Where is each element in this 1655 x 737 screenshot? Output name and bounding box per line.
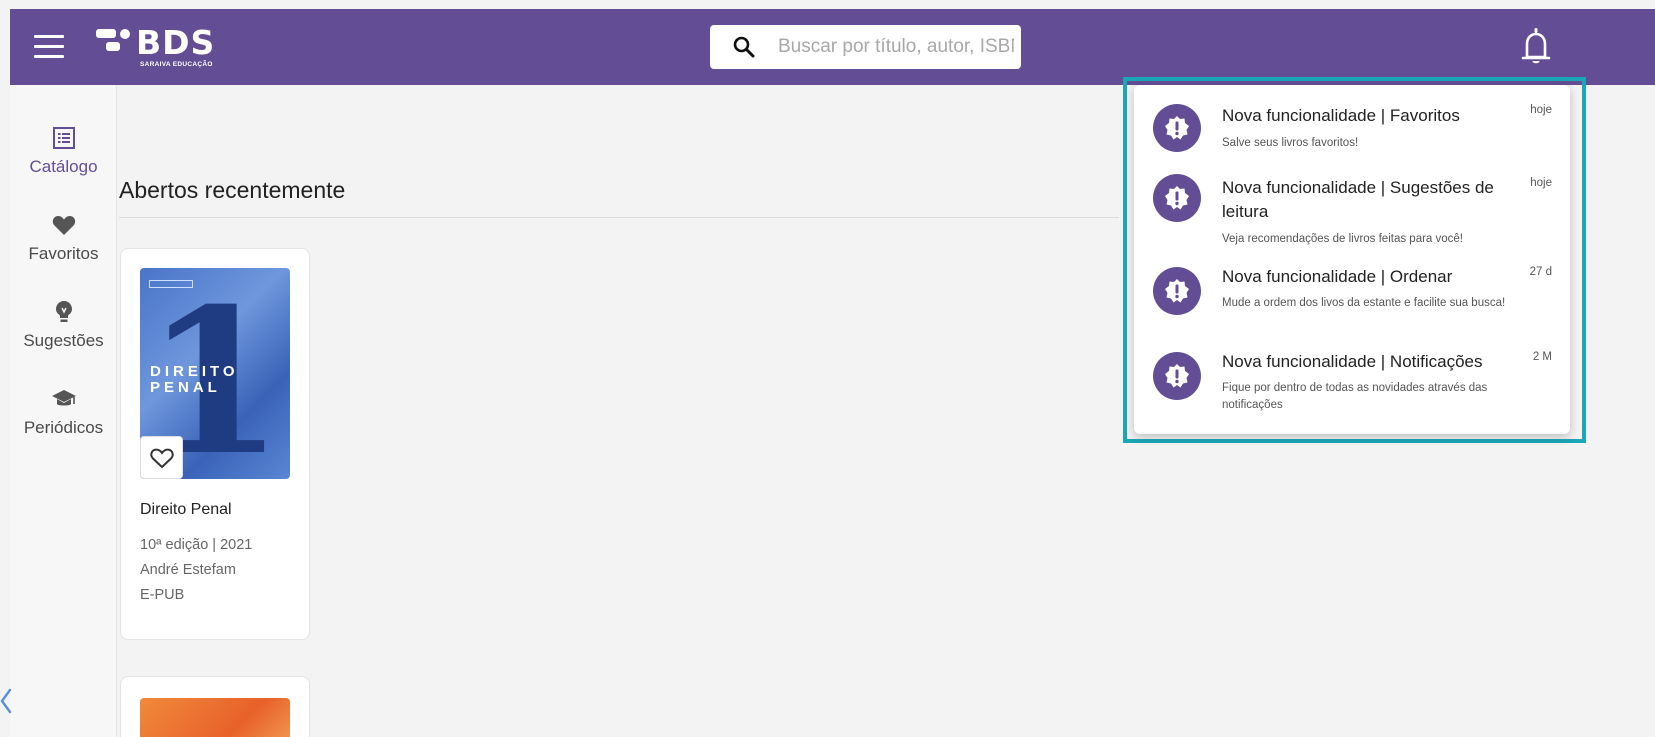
- sidebar-item-periodicos[interactable]: Periódicos: [10, 386, 117, 438]
- sidebar-item-favoritos[interactable]: Favoritos: [10, 212, 117, 264]
- notification-description: Mude a ordem dos livos da estante e faci…: [1222, 297, 1506, 309]
- notification-description: Veja recomendações de livros feitas para…: [1222, 233, 1463, 245]
- sidebar-item-label: Periódicos: [23, 418, 104, 437]
- book-title[interactable]: Direito Penal: [140, 501, 232, 519]
- logo-text: BDS: [136, 23, 216, 62]
- notification-description: Fique por dentro de todas as novidades a…: [1222, 382, 1488, 411]
- sidebar-item-label: Catálogo: [29, 157, 98, 176]
- notification-time: hoje: [1530, 104, 1552, 116]
- chevron-left-icon[interactable]: [0, 688, 14, 714]
- notification-avatar: [1153, 267, 1201, 315]
- notification-title: Nova funcionalidade | Favoritos: [1222, 106, 1460, 125]
- bell-icon[interactable]: [1518, 27, 1554, 67]
- notification-item[interactable]: Nova funcionalidade | Sugestões de leitu…: [1134, 170, 1570, 250]
- book-edition: 10ª edição | 2021: [140, 537, 253, 553]
- notification-avatar: [1153, 104, 1201, 152]
- divider: [119, 217, 1119, 218]
- logo[interactable]: BDS SARAIVA EDUCAÇÃO: [96, 23, 236, 71]
- sidebar-item-sugestoes[interactable]: Sugestões: [10, 299, 117, 351]
- notification-title: Nova funcionalidade | Ordenar: [1222, 267, 1453, 286]
- favorite-button[interactable]: [140, 436, 183, 479]
- notification-item[interactable]: Nova funcionalidade | Favoritos Salve se…: [1134, 85, 1570, 153]
- notification-title: Nova funcionalidade | Notificações: [1222, 352, 1483, 371]
- book-author: André Estefam: [140, 562, 236, 578]
- heart-outline-icon: [150, 448, 174, 469]
- notification-description: Salve seus livros favoritos!: [1222, 137, 1359, 149]
- notification-time: 27 d: [1529, 266, 1552, 278]
- section-title: Abertos recentemente: [119, 177, 346, 203]
- lightbulb-icon: [55, 301, 72, 322]
- cover-title: DIREITO PENAL: [150, 363, 239, 396]
- menu-icon[interactable]: [34, 35, 64, 59]
- alert-badge-icon: [1165, 279, 1189, 303]
- sidebar: Catálogo Favoritos Sugestões Periódicos: [10, 85, 117, 737]
- sidebar-item-label: Favoritos: [28, 244, 99, 263]
- logo-mark-icon: [96, 29, 130, 51]
- book-card[interactable]: 1 DIREITO PENAL Direito Penal 10ª edição…: [120, 248, 310, 640]
- notification-item[interactable]: Nova funcionalidade | Notificações Fique…: [1134, 348, 1570, 428]
- book-card[interactable]: [120, 676, 310, 737]
- notification-title: Nova funcionalidade | Sugestões de leitu…: [1222, 178, 1494, 221]
- search-input[interactable]: [778, 33, 1014, 61]
- book-format: E-PUB: [140, 587, 185, 603]
- graduation-cap-icon: [51, 390, 76, 406]
- notification-avatar: [1153, 174, 1201, 222]
- heart-icon: [52, 215, 75, 235]
- book-cover[interactable]: [140, 698, 290, 737]
- sidebar-item-catalogo[interactable]: Catálogo: [10, 125, 117, 177]
- top-bar: BDS SARAIVA EDUCAÇÃO: [10, 9, 1655, 85]
- notification-time: 2 M: [1532, 351, 1552, 363]
- notification-panel: Nova funcionalidade | Favoritos Salve se…: [1134, 85, 1570, 434]
- alert-badge-icon: [1165, 186, 1189, 210]
- logo-subtitle: SARAIVA EDUCAÇÃO: [140, 61, 213, 68]
- notification-time: hoje: [1530, 177, 1552, 189]
- search-box: [710, 25, 1021, 69]
- notification-item[interactable]: Nova funcionalidade | Ordenar Mude a ord…: [1134, 263, 1570, 338]
- catalog-icon: [52, 127, 75, 149]
- alert-badge-icon: [1165, 116, 1189, 140]
- search-icon[interactable]: [732, 35, 756, 59]
- alert-badge-icon: [1165, 364, 1189, 388]
- notification-avatar: [1153, 352, 1201, 400]
- sidebar-item-label: Sugestões: [23, 331, 104, 350]
